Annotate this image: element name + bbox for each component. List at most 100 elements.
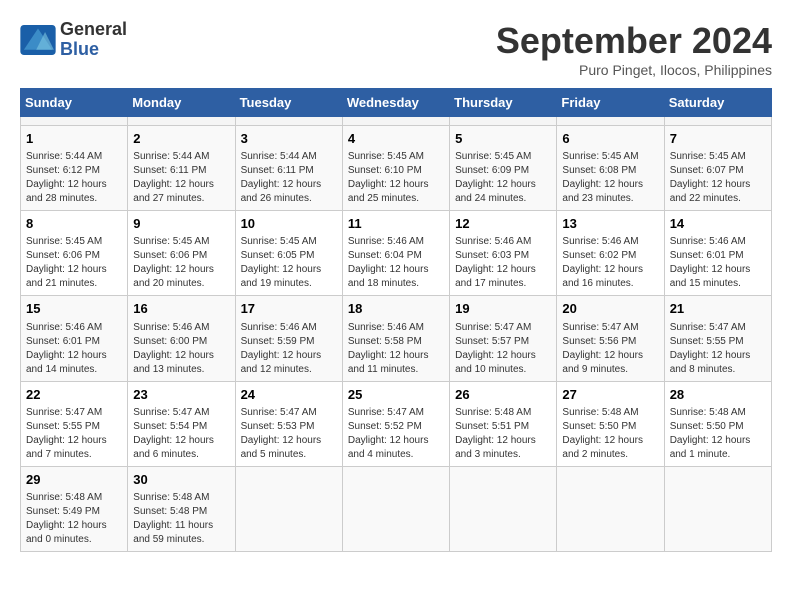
day-number: 3 xyxy=(241,130,337,148)
day-info: Sunrise: 5:45 AM Sunset: 6:08 PM Dayligh… xyxy=(562,150,658,206)
day-info: Sunrise: 5:46 AM Sunset: 6:03 PM Dayligh… xyxy=(455,235,551,291)
day-info: Sunrise: 5:48 AM Sunset: 5:50 PM Dayligh… xyxy=(670,406,766,462)
day-info: Sunrise: 5:44 AM Sunset: 6:11 PM Dayligh… xyxy=(241,150,337,206)
calendar-cell xyxy=(557,117,664,126)
location: Puro Pinget, Ilocos, Philippines xyxy=(496,62,772,78)
calendar-week-5: 29 Sunrise: 5:48 AM Sunset: 5:49 PM Dayli… xyxy=(21,466,772,551)
calendar-cell xyxy=(342,117,449,126)
day-number: 14 xyxy=(670,215,766,233)
day-info: Sunrise: 5:47 AM Sunset: 5:52 PM Dayligh… xyxy=(348,406,444,462)
day-number: 12 xyxy=(455,215,551,233)
day-info: Sunrise: 5:44 AM Sunset: 6:12 PM Dayligh… xyxy=(26,150,122,206)
calendar-cell: 21 Sunrise: 5:47 AM Sunset: 5:55 PM Dayli… xyxy=(664,296,771,381)
calendar-cell xyxy=(664,117,771,126)
calendar-cell: 13Sunrise: 5:46 AM Sunset: 6:02 PM Dayli… xyxy=(557,211,664,296)
calendar-cell: 4 Sunrise: 5:45 AM Sunset: 6:10 PM Daylig… xyxy=(342,126,449,211)
header: General Blue September 2024 Puro Pinget,… xyxy=(20,20,772,78)
calendar-table: SundayMondayTuesdayWednesdayThursdayFrid… xyxy=(20,88,772,552)
calendar-cell xyxy=(450,466,557,551)
weekday-header-sunday: Sunday xyxy=(21,89,128,117)
calendar-cell xyxy=(342,466,449,551)
day-number: 18 xyxy=(348,300,444,318)
day-info: Sunrise: 5:45 AM Sunset: 6:10 PM Dayligh… xyxy=(348,150,444,206)
day-number: 16 xyxy=(133,300,229,318)
calendar-cell: 8Sunrise: 5:45 AM Sunset: 6:06 PM Daylig… xyxy=(21,211,128,296)
calendar-cell: 10Sunrise: 5:45 AM Sunset: 6:05 PM Dayli… xyxy=(235,211,342,296)
calendar-cell: 19 Sunrise: 5:47 AM Sunset: 5:57 PM Dayli… xyxy=(450,296,557,381)
day-info: Sunrise: 5:46 AM Sunset: 5:58 PM Dayligh… xyxy=(348,321,444,377)
logo-text: General Blue xyxy=(60,20,127,60)
weekday-header-saturday: Saturday xyxy=(664,89,771,117)
day-number: 23 xyxy=(133,386,229,404)
calendar-cell xyxy=(128,117,235,126)
calendar-cell xyxy=(557,466,664,551)
day-info: Sunrise: 5:47 AM Sunset: 5:57 PM Dayligh… xyxy=(455,321,551,377)
day-number: 22 xyxy=(26,386,122,404)
calendar-cell: 15 Sunrise: 5:46 AM Sunset: 6:01 PM Dayli… xyxy=(21,296,128,381)
calendar-cell: 3 Sunrise: 5:44 AM Sunset: 6:11 PM Daylig… xyxy=(235,126,342,211)
calendar-cell: 25Sunrise: 5:47 AM Sunset: 5:52 PM Dayli… xyxy=(342,381,449,466)
calendar-cell: 29 Sunrise: 5:48 AM Sunset: 5:49 PM Dayli… xyxy=(21,466,128,551)
calendar-cell: 17 Sunrise: 5:46 AM Sunset: 5:59 PM Dayli… xyxy=(235,296,342,381)
day-number: 1 xyxy=(26,130,122,148)
weekday-header-friday: Friday xyxy=(557,89,664,117)
day-number: 7 xyxy=(670,130,766,148)
day-number: 19 xyxy=(455,300,551,318)
calendar-cell: 12 Sunrise: 5:46 AM Sunset: 6:03 PM Dayli… xyxy=(450,211,557,296)
day-number: 8 xyxy=(26,215,122,233)
calendar-cell: 2 Sunrise: 5:44 AM Sunset: 6:11 PM Daylig… xyxy=(128,126,235,211)
day-number: 11 xyxy=(348,215,444,233)
calendar-cell: 24 Sunrise: 5:47 AM Sunset: 5:53 PM Dayli… xyxy=(235,381,342,466)
day-number: 28 xyxy=(670,386,766,404)
day-info: Sunrise: 5:47 AM Sunset: 5:53 PM Dayligh… xyxy=(241,406,337,462)
day-info: Sunrise: 5:45 AM Sunset: 6:09 PM Dayligh… xyxy=(455,150,551,206)
calendar-cell: 20Sunrise: 5:47 AM Sunset: 5:56 PM Dayli… xyxy=(557,296,664,381)
day-number: 24 xyxy=(241,386,337,404)
day-info: Sunrise: 5:44 AM Sunset: 6:11 PM Dayligh… xyxy=(133,150,229,206)
day-info: Sunrise: 5:48 AM Sunset: 5:49 PM Dayligh… xyxy=(26,491,122,547)
weekday-header-tuesday: Tuesday xyxy=(235,89,342,117)
calendar-week-4: 22Sunrise: 5:47 AM Sunset: 5:55 PM Dayli… xyxy=(21,381,772,466)
calendar-cell xyxy=(235,117,342,126)
calendar-cell: 16Sunrise: 5:46 AM Sunset: 6:00 PM Dayli… xyxy=(128,296,235,381)
logo: General Blue xyxy=(20,20,127,60)
day-number: 27 xyxy=(562,386,658,404)
day-info: Sunrise: 5:45 AM Sunset: 6:06 PM Dayligh… xyxy=(133,235,229,291)
calendar-cell: 11 Sunrise: 5:46 AM Sunset: 6:04 PM Dayli… xyxy=(342,211,449,296)
logo-general: General xyxy=(60,19,127,39)
calendar-cell: 23Sunrise: 5:47 AM Sunset: 5:54 PM Dayli… xyxy=(128,381,235,466)
day-info: Sunrise: 5:47 AM Sunset: 5:55 PM Dayligh… xyxy=(670,321,766,377)
day-number: 5 xyxy=(455,130,551,148)
calendar-cell: 22Sunrise: 5:47 AM Sunset: 5:55 PM Dayli… xyxy=(21,381,128,466)
day-number: 9 xyxy=(133,215,229,233)
day-number: 29 xyxy=(26,471,122,489)
calendar-cell xyxy=(664,466,771,551)
logo-blue: Blue xyxy=(60,39,99,59)
calendar-cell xyxy=(21,117,128,126)
calendar-cell: 6 Sunrise: 5:45 AM Sunset: 6:08 PM Daylig… xyxy=(557,126,664,211)
day-info: Sunrise: 5:45 AM Sunset: 6:05 PM Dayligh… xyxy=(241,235,337,291)
day-number: 13 xyxy=(562,215,658,233)
weekday-header-thursday: Thursday xyxy=(450,89,557,117)
calendar-week-3: 15 Sunrise: 5:46 AM Sunset: 6:01 PM Dayli… xyxy=(21,296,772,381)
day-info: Sunrise: 5:46 AM Sunset: 6:04 PM Dayligh… xyxy=(348,235,444,291)
day-number: 17 xyxy=(241,300,337,318)
day-number: 2 xyxy=(133,130,229,148)
month-title: September 2024 xyxy=(496,20,772,62)
calendar-cell: 7 Sunrise: 5:45 AM Sunset: 6:07 PM Daylig… xyxy=(664,126,771,211)
calendar-cell: 1 Sunrise: 5:44 AM Sunset: 6:12 PM Daylig… xyxy=(21,126,128,211)
day-number: 15 xyxy=(26,300,122,318)
day-number: 21 xyxy=(670,300,766,318)
day-info: Sunrise: 5:46 AM Sunset: 5:59 PM Dayligh… xyxy=(241,321,337,377)
logo-icon xyxy=(20,25,56,55)
day-info: Sunrise: 5:45 AM Sunset: 6:07 PM Dayligh… xyxy=(670,150,766,206)
weekday-header-wednesday: Wednesday xyxy=(342,89,449,117)
day-info: Sunrise: 5:46 AM Sunset: 6:01 PM Dayligh… xyxy=(26,321,122,377)
day-info: Sunrise: 5:46 AM Sunset: 6:01 PM Dayligh… xyxy=(670,235,766,291)
weekday-header-row: SundayMondayTuesdayWednesdayThursdayFrid… xyxy=(21,89,772,117)
calendar-cell: 28 Sunrise: 5:48 AM Sunset: 5:50 PM Dayli… xyxy=(664,381,771,466)
day-info: Sunrise: 5:47 AM Sunset: 5:56 PM Dayligh… xyxy=(562,321,658,377)
day-number: 6 xyxy=(562,130,658,148)
calendar-week-2: 8 Sunrise: 5:45 AM Sunset: 6:06 PM Daylig… xyxy=(21,211,772,296)
day-number: 4 xyxy=(348,130,444,148)
